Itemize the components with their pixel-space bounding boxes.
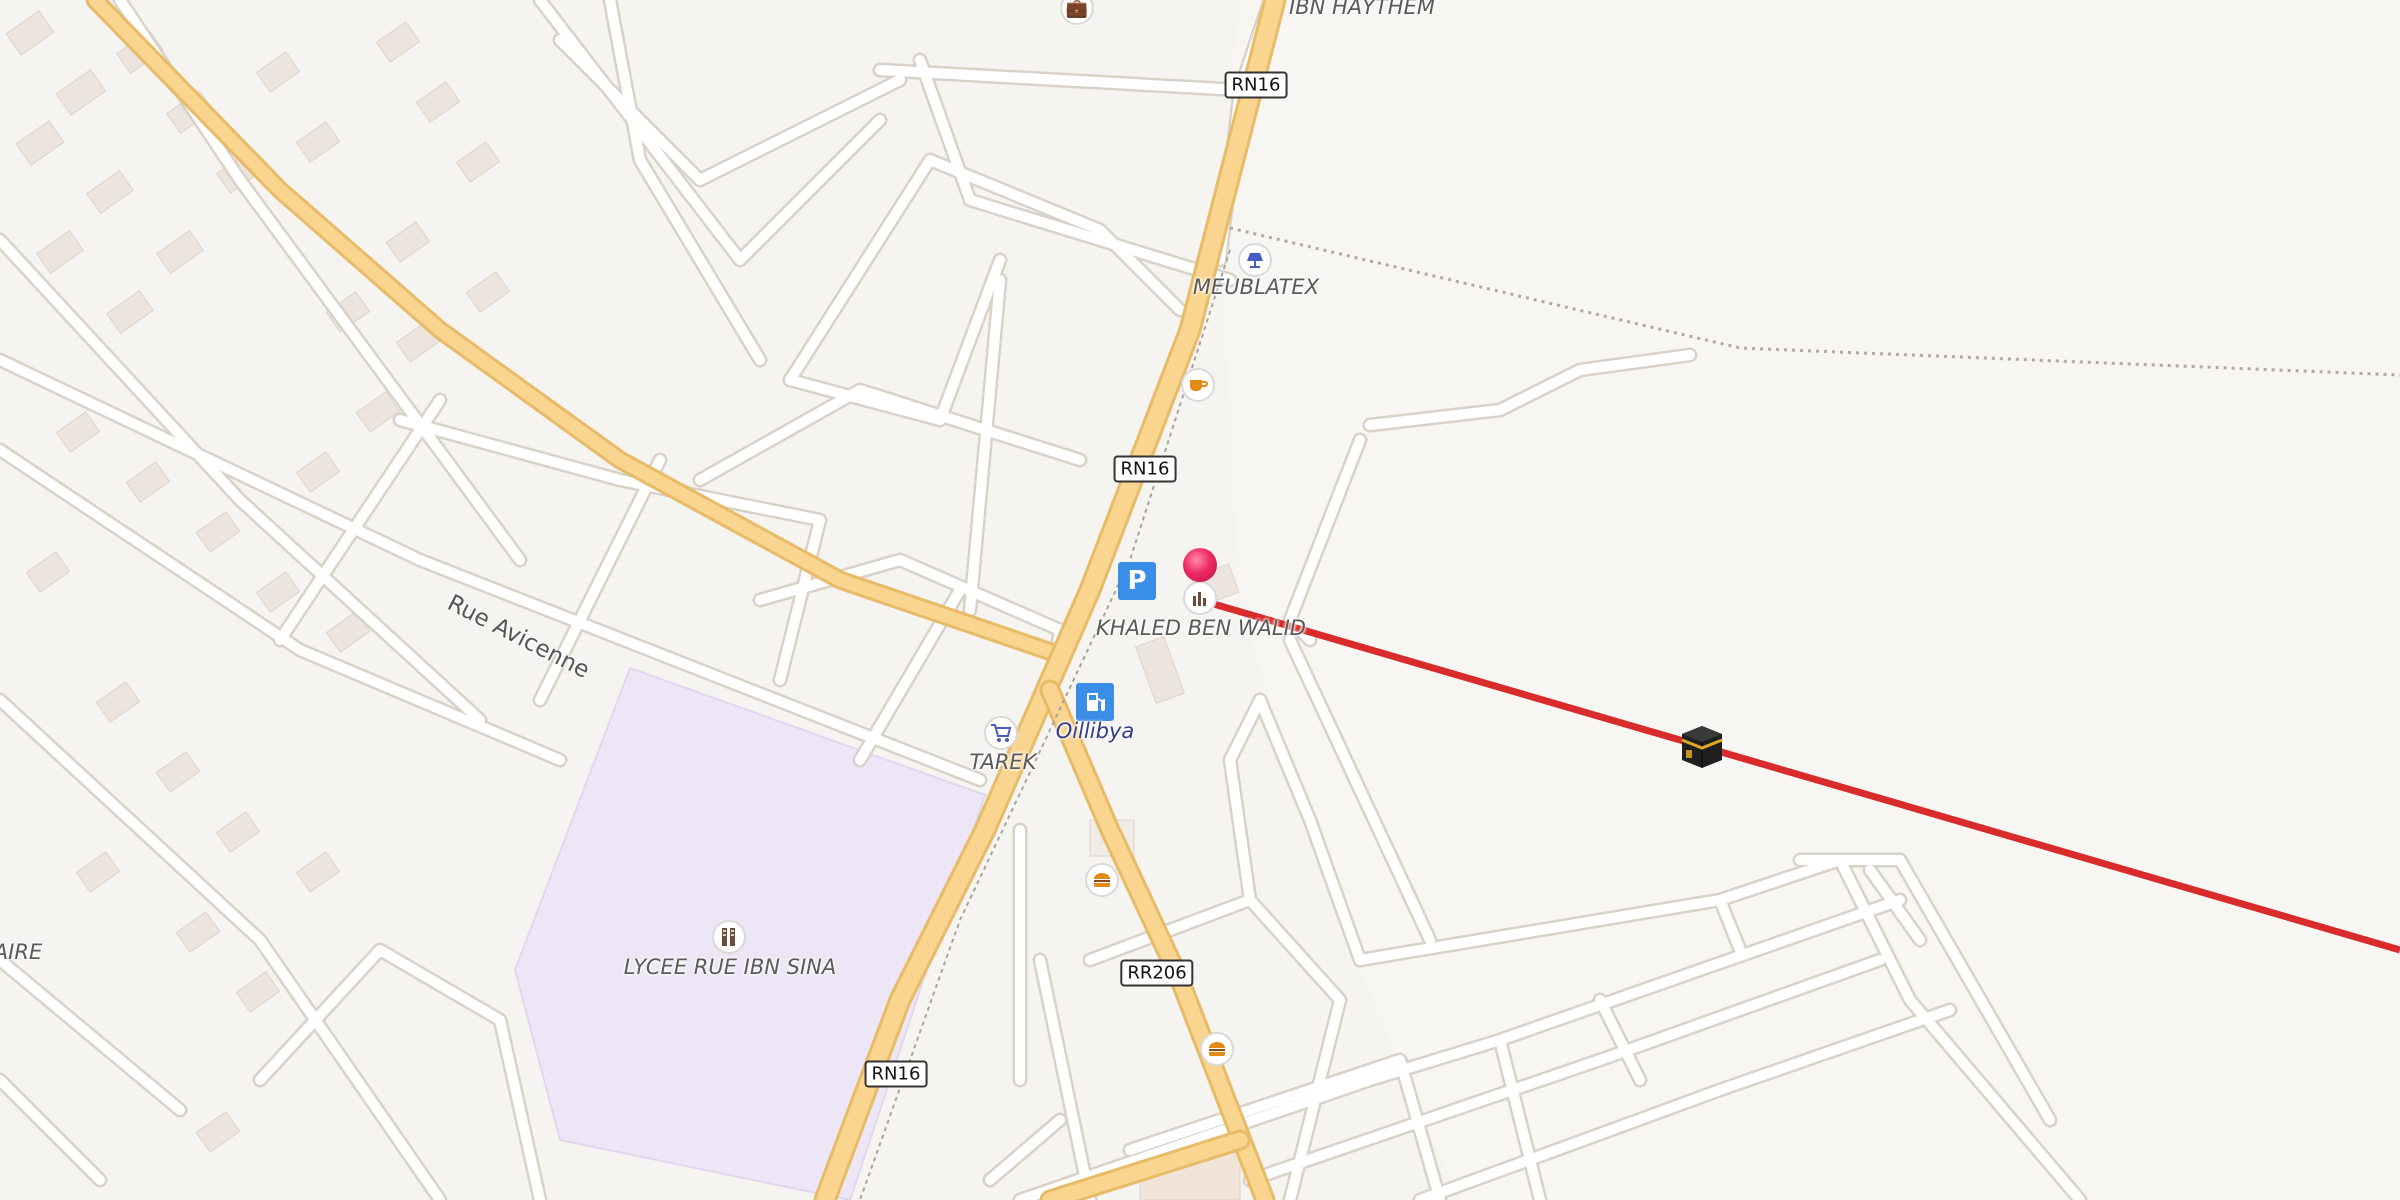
- place-label-meublatex: MEUBLATEX: [1192, 275, 1320, 299]
- burger-icon[interactable]: [1085, 863, 1119, 897]
- fuel-icon[interactable]: [1076, 683, 1114, 721]
- road-shield-rn16-mid[interactable]: RN16: [1113, 455, 1177, 483]
- shopping-cart-icon[interactable]: [984, 716, 1018, 750]
- coffee-icon[interactable]: [1181, 368, 1215, 402]
- burger-icon-2[interactable]: [1200, 1032, 1234, 1066]
- location-pin-icon[interactable]: [1183, 548, 1217, 582]
- map-view[interactable]: Rue Avicenne RN16 RN16 RN16 RR206 💼 P IB…: [0, 0, 2400, 1200]
- road-shield-rn16-top[interactable]: RN16: [1224, 71, 1288, 99]
- place-label-lycee-rue-ibn-sina: LYCEE RUE IBN SINA: [623, 955, 837, 979]
- parking-icon[interactable]: P: [1118, 562, 1156, 600]
- place-label-tarek: TAREK: [969, 750, 1037, 774]
- lamp-icon[interactable]: [1238, 243, 1272, 277]
- kaaba-icon[interactable]: [1674, 718, 1730, 778]
- place-label-khaled-ben-walid: KHALED BEN WALID: [1096, 616, 1306, 640]
- place-label-ibn-haythem: IBN HAYTHEM: [1289, 0, 1435, 19]
- monument-icon[interactable]: [1183, 581, 1217, 615]
- road-shield-rr206[interactable]: RR206: [1120, 959, 1194, 987]
- place-label-aire: AIRE: [0, 940, 43, 964]
- school-icon[interactable]: [712, 920, 746, 954]
- road-shield-rn16-bottom[interactable]: RN16: [864, 1060, 928, 1088]
- place-label-oillibya: Oillibya: [1055, 719, 1135, 743]
